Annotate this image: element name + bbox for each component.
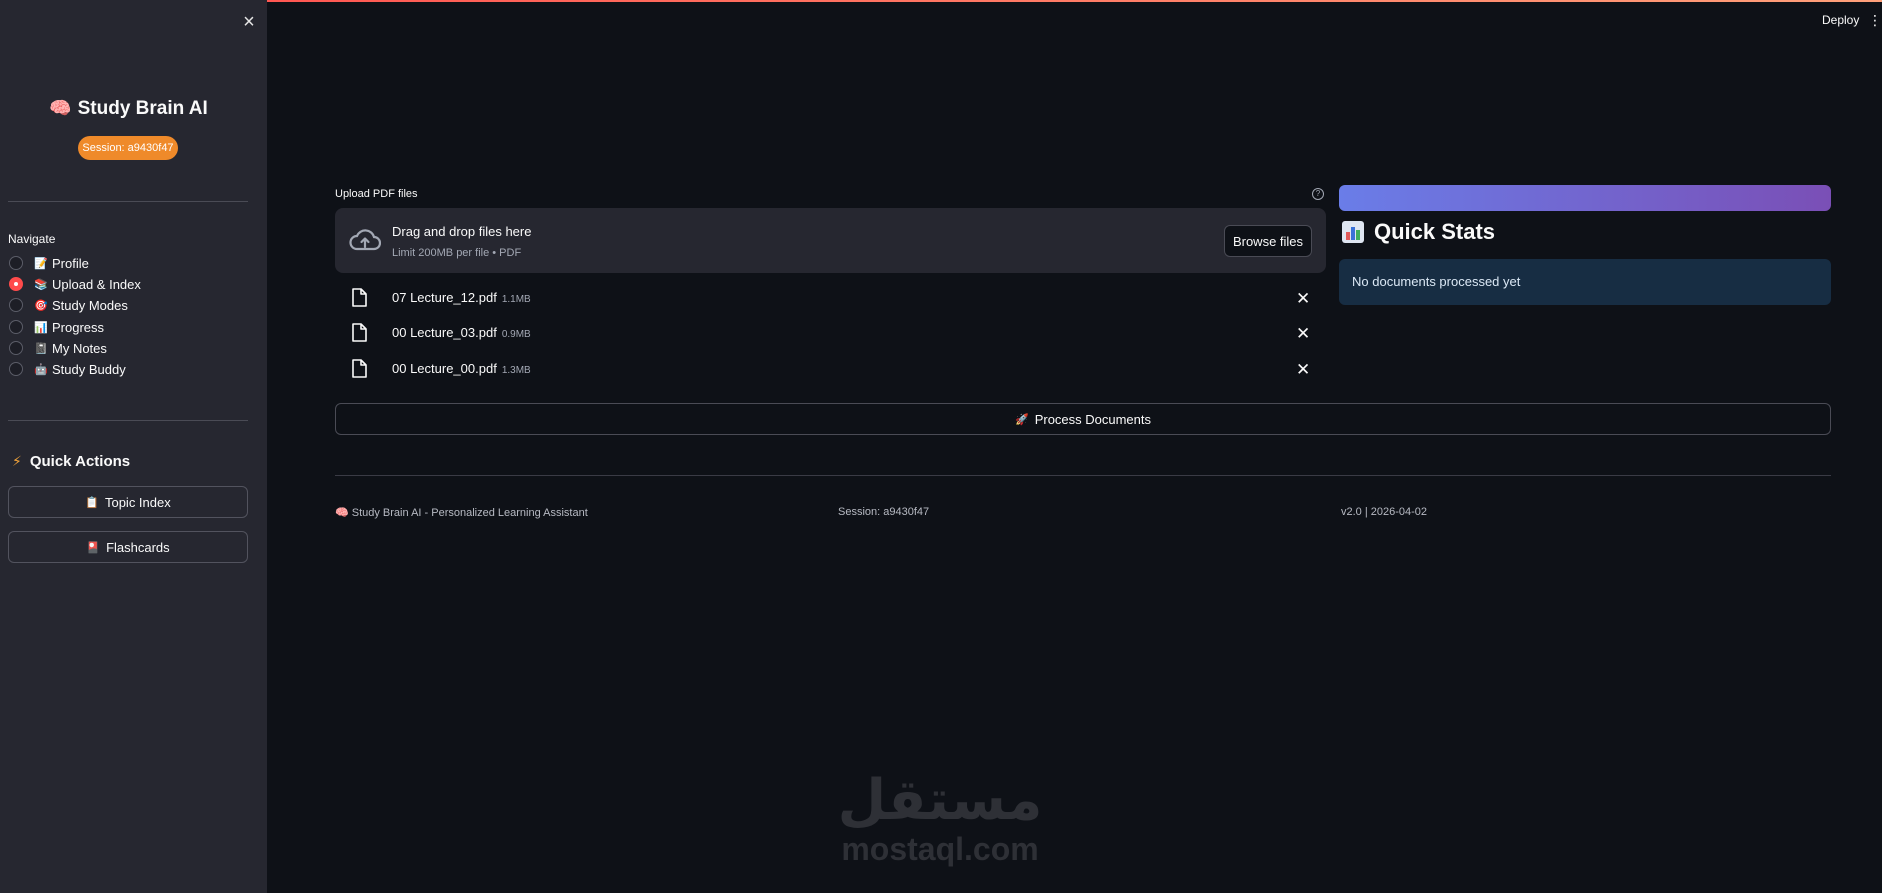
brain-icon: 🧠 (49, 98, 72, 118)
button-label: Flashcards (106, 539, 170, 555)
stats-header-bar (1339, 185, 1831, 211)
file-size: 0.9MB (501, 329, 531, 340)
quick-stats-title: Quick Stats (1342, 219, 1495, 245)
deploy-button[interactable]: Deploy (1822, 13, 1859, 27)
file-name-text: 00 Lecture_03.pdf (392, 325, 497, 340)
sidebar: × 🧠 Study Brain AI Session: a9430f47 Navi… (0, 0, 267, 893)
nav-item-progress[interactable]: 📊 Progress (9, 317, 104, 337)
sidebar-divider (8, 201, 248, 202)
robot-icon: 🤖 (34, 363, 48, 376)
uploaded-file-row: 00 Lecture_00.pdf 1.3MB ✕ (352, 358, 1312, 380)
nav-item-label: My Notes (52, 340, 107, 356)
browse-files-button[interactable]: Browse files (1224, 225, 1312, 257)
flashcard-icon: 🎴 (86, 541, 101, 554)
nav-item-label: Study Buddy (52, 361, 126, 377)
radio-button[interactable] (9, 341, 23, 355)
uploaded-file-row: 07 Lecture_12.pdf 1.1MB ✕ (352, 287, 1312, 309)
quick-actions-title-text: Quick Actions (29, 453, 131, 470)
sidebar-divider (8, 420, 248, 421)
bar-chart-icon (1342, 221, 1364, 243)
nav-item-label: Profile (52, 255, 89, 271)
flashcards-button[interactable]: 🎴 Flashcards (8, 531, 248, 563)
target-icon: 🎯 (34, 299, 48, 312)
file-size: 1.3MB (501, 365, 531, 376)
file-icon (352, 288, 367, 307)
stats-info-message: No documents processed yet (1339, 259, 1831, 305)
nav-item-profile[interactable]: 📝 Profile (9, 253, 89, 273)
file-name-text: 00 Lecture_00.pdf (392, 361, 497, 376)
upload-label: Upload PDF files (335, 188, 418, 200)
quick-actions-title: ⚡ Quick Actions (12, 453, 130, 470)
brand-title: 🧠 Study Brain AI (0, 98, 257, 120)
nav-item-upload-index[interactable]: 📚 Upload & Index (9, 274, 141, 294)
brand-title-text: Study Brain AI (77, 98, 208, 119)
file-icon (352, 323, 367, 342)
dropzone-subtitle: Limit 200MB per file • PDF (392, 247, 522, 259)
radio-button[interactable] (9, 320, 23, 334)
top-decoration-line (0, 0, 1882, 2)
radio-button[interactable] (9, 298, 23, 312)
nav-item-study-buddy[interactable]: 🤖 Study Buddy (9, 359, 126, 379)
kebab-menu-icon[interactable]: ⋮ (1868, 12, 1882, 29)
lightning-icon: ⚡ (12, 453, 22, 469)
nav-item-label: Study Modes (52, 297, 128, 313)
remove-file-icon[interactable]: ✕ (1296, 324, 1310, 344)
radio-button[interactable] (9, 256, 23, 270)
file-name: 00 Lecture_00.pdf 1.3MB (392, 361, 531, 376)
footer-divider (335, 475, 1831, 476)
button-label: Topic Index (104, 494, 171, 510)
uploaded-file-row: 00 Lecture_03.pdf 0.9MB ✕ (352, 322, 1312, 344)
watermark-latin: mostaql.com (841, 831, 1039, 867)
footer-version: v2.0 | 2026-04-02 (1341, 506, 1428, 518)
rocket-icon: 🚀 (1014, 413, 1029, 426)
notebook-icon: 📓 (34, 342, 48, 355)
file-name: 07 Lecture_12.pdf 1.1MB (392, 290, 531, 305)
file-icon (352, 359, 367, 378)
clipboard-icon: 📋 (85, 496, 99, 509)
books-icon: 📚 (34, 278, 48, 291)
watermark-logo: مستقل mostaql.com (820, 768, 1060, 867)
dropzone-title: Drag and drop files here (392, 224, 532, 239)
file-size: 1.1MB (501, 294, 531, 305)
file-dropzone[interactable]: Drag and drop files here Limit 200MB per… (335, 208, 1326, 273)
button-label: Process Documents (1034, 411, 1152, 427)
footer-app-name: 🧠 Study Brain AI - Personalized Learning… (335, 507, 588, 519)
footer-session: Session: a9430f47 (838, 506, 930, 518)
remove-file-icon[interactable]: ✕ (1296, 289, 1310, 309)
remove-file-icon[interactable]: ✕ (1296, 360, 1310, 380)
nav-item-my-notes[interactable]: 📓 My Notes (9, 338, 107, 358)
quick-stats-title-text: Quick Stats (1374, 219, 1496, 244)
process-documents-button[interactable]: 🚀 Process Documents (335, 403, 1831, 435)
close-icon[interactable]: × (240, 12, 258, 32)
nav-item-study-modes[interactable]: 🎯 Study Modes (9, 295, 128, 315)
nav-item-label: Progress (52, 319, 105, 335)
bar-chart-icon: 📊 (34, 321, 48, 334)
watermark-arabic: مستقل (837, 768, 1043, 833)
session-badge: Session: a9430f47 (78, 136, 178, 160)
cloud-upload-icon (349, 229, 381, 251)
radio-button[interactable] (9, 362, 23, 376)
help-icon[interactable]: ? (1312, 188, 1324, 200)
memo-icon: 📝 (34, 257, 48, 270)
nav-item-label: Upload & Index (52, 276, 141, 292)
nav-title: Navigate (8, 232, 56, 246)
topic-index-button[interactable]: 📋 Topic Index (8, 486, 248, 518)
file-name-text: 07 Lecture_12.pdf (392, 290, 497, 305)
radio-button-selected[interactable] (9, 277, 23, 291)
file-name: 00 Lecture_03.pdf 0.9MB (392, 325, 531, 340)
